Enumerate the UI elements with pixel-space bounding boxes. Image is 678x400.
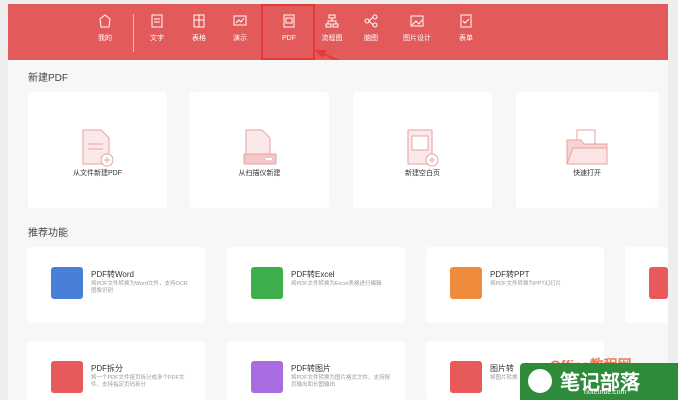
image-to-pdf-icon [450, 361, 482, 393]
new-blank-page-card[interactable]: 新建空白页 [353, 92, 492, 208]
tab-writer[interactable]: 文字 [137, 4, 177, 60]
feature-card-pdf-to-ppt[interactable]: PDF转PPT 将PDF文件转换为PPT幻灯片 [426, 247, 604, 323]
watermark-badge: 笔记部落 notetribe.com [520, 363, 678, 400]
ppt-convert-icon [450, 267, 482, 299]
feature-desc: 将PDF文件转换为PPT幻灯片 [490, 281, 562, 287]
feature-card-pdf-to-word[interactable]: PDF转Word 将PDF文件转换为Word文件，支持OCR图像识别 [27, 247, 205, 323]
image-design-icon [410, 15, 424, 27]
new-pdf-from-scanner-card[interactable]: 从扫描仪新建 [190, 92, 329, 208]
word-convert-icon [51, 267, 83, 299]
tab-label: 脑图 [364, 35, 378, 42]
tab-form[interactable]: 表单 [446, 4, 486, 60]
tab-image-design[interactable]: 图片设计 [397, 4, 437, 60]
tab-label: 表格 [192, 35, 206, 42]
toolbar-divider [133, 14, 134, 52]
card-label: 新建空白页 [405, 170, 440, 177]
flowchart-icon [325, 14, 339, 28]
card-label: 从扫描仪新建 [238, 170, 281, 177]
open-folder-icon [566, 129, 608, 165]
pen-icon [528, 369, 552, 393]
file-add-icon [82, 129, 113, 167]
excel-convert-icon [251, 267, 283, 299]
feature-card-partial[interactable] [625, 247, 668, 323]
new-pdf-title: 新建PDF [28, 73, 68, 84]
recommended-title: 推荐功能 [28, 228, 68, 239]
form-icon [460, 14, 472, 28]
feature-desc: 将一个PDF文件按页拆分成多个PDF文件，支持指定页码拆分 [91, 375, 185, 388]
tab-mine[interactable]: 我的 [85, 4, 125, 60]
feature-desc: 将PDF文件转换为Word文件，支持OCR图像识别 [91, 281, 188, 294]
feature-title: PDF转Excel [291, 270, 335, 279]
watermark: Office教程网 笔记部落 notetribe.com [520, 355, 678, 400]
presentation-icon [233, 15, 247, 26]
watermark-url: notetribe.com [584, 389, 627, 396]
feature-desc: 将PDF文件转换为Excel表格进行编辑 [291, 281, 382, 287]
feature-card-pdf-split[interactable]: PDF拆分 将一个PDF文件按页拆分成多个PDF文件，支持指定页码拆分 [27, 341, 205, 400]
tab-label: 图片设计 [403, 35, 431, 42]
mindmap-icon [364, 14, 378, 28]
text-doc-icon [151, 14, 163, 28]
home-icon [99, 14, 111, 28]
tab-label: 文字 [150, 35, 164, 42]
spreadsheet-icon [193, 14, 205, 28]
feature-title: PDF转Word [91, 270, 134, 279]
tab-label: 流程图 [321, 35, 343, 42]
tab-label: 我的 [98, 35, 112, 42]
feature-icon [649, 267, 668, 299]
feature-card-pdf-to-excel[interactable]: PDF转Excel 将PDF文件转换为Excel表格进行编辑 [227, 247, 405, 323]
tab-label: 表单 [459, 35, 473, 42]
tab-spreadsheet[interactable]: 表格 [179, 4, 219, 60]
scanner-icon [243, 129, 276, 165]
main-content: 新建PDF 从文件新建PDF 从扫描仪新建 新建空白页 快速打开 推荐功能 PD… [8, 60, 668, 400]
tab-label: 演示 [233, 35, 247, 42]
card-label: 从文件新建PDF [73, 170, 122, 177]
image-convert-icon [251, 361, 283, 393]
feature-card-pdf-to-image[interactable]: PDF转图片 将PDF文件转换为图片格式文件，支持按页输出和长图输出 [227, 341, 405, 400]
quick-open-card[interactable]: 快速打开 [516, 92, 658, 208]
feature-title: PDF转PPT [490, 270, 530, 279]
split-icon [51, 361, 83, 393]
new-pdf-from-file-card[interactable]: 从文件新建PDF [28, 92, 167, 208]
feature-title: PDF拆分 [91, 364, 123, 373]
feature-title: 图片转 [490, 364, 514, 373]
blank-page-add-icon [407, 129, 438, 167]
tab-presentation[interactable]: 演示 [220, 4, 260, 60]
feature-title: PDF转图片 [291, 364, 331, 373]
pdf-tab-highlight [261, 4, 315, 60]
feature-desc: 将PDF文件转换为图片格式文件，支持按页输出和长图输出 [291, 375, 391, 388]
card-label: 快速打开 [573, 170, 601, 177]
